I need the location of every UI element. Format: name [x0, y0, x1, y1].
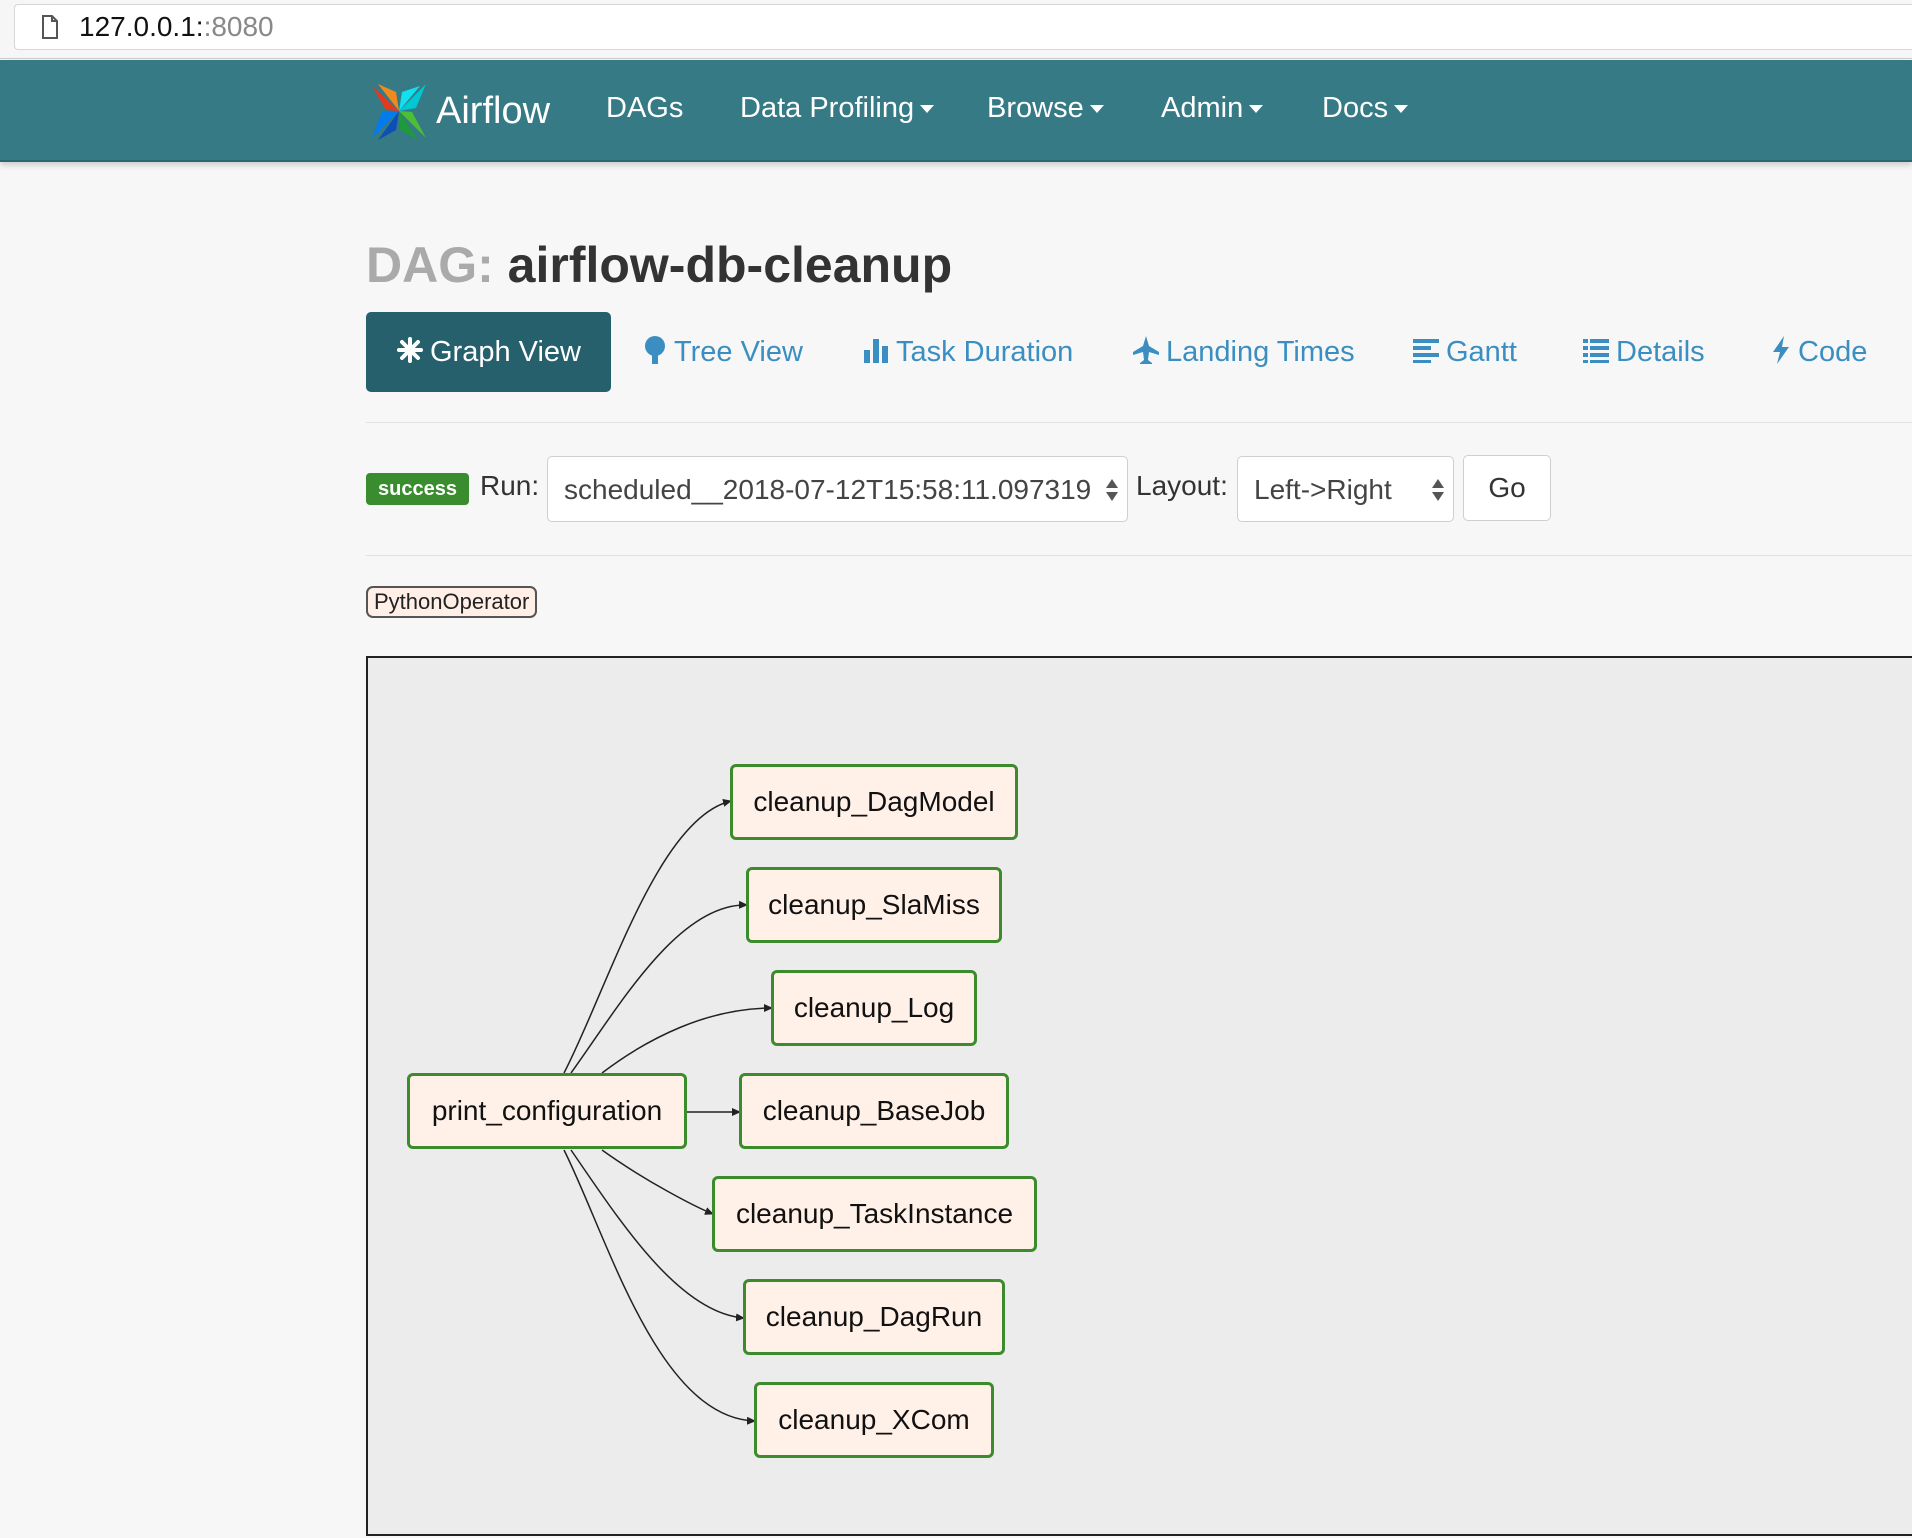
nav-admin[interactable]: Admin — [1161, 92, 1264, 125]
edge — [570, 900, 748, 1074]
status-badge: success — [366, 473, 469, 505]
operator-legend: PythonOperator — [366, 586, 538, 618]
tab-graph-view[interactable]: Graph View — [366, 312, 611, 392]
url-field[interactable]: 127.0.0.1::8080 — [14, 4, 1912, 50]
nav-browse[interactable]: Browse — [987, 92, 1104, 125]
task-node[interactable]: cleanup_Log — [771, 970, 977, 1046]
nav-docs-label: Docs — [1322, 92, 1389, 124]
tab-landing-times[interactable]: Landing Times — [1132, 312, 1355, 392]
bolt-icon — [1773, 336, 1789, 365]
tab-details[interactable]: Details — [1582, 312, 1705, 392]
go-button[interactable]: Go — [1463, 455, 1551, 521]
task-node[interactable]: print_configuration — [407, 1073, 687, 1149]
chevron-down-icon — [1394, 105, 1409, 114]
task-node[interactable]: cleanup_DagModel — [730, 764, 1018, 840]
select-arrows-icon — [1432, 479, 1444, 501]
edge — [601, 1004, 773, 1074]
task-node[interactable]: cleanup_BaseJob — [739, 1073, 1009, 1149]
airflow-logo-icon — [372, 84, 426, 140]
brand-name: Airflow — [436, 90, 551, 132]
nav-dags-label: DAGs — [606, 92, 684, 124]
layout-select-value: Left->Right — [1254, 474, 1392, 505]
nav-data-profiling-label: Data Profiling — [740, 92, 915, 124]
run-label: Run: — [480, 470, 540, 501]
page-title: DAG: airflow-db-cleanup — [366, 236, 952, 294]
divider — [366, 422, 1912, 423]
tab-code-label: Code — [1798, 336, 1868, 368]
tab-tree-view[interactable]: Tree View — [642, 312, 803, 392]
tab-task-duration[interactable]: Task Duration — [862, 312, 1073, 392]
task-node[interactable]: cleanup_SlaMiss — [746, 867, 1002, 943]
nav-admin-label: Admin — [1161, 92, 1244, 124]
tree-icon — [645, 336, 665, 365]
select-arrows-icon — [1106, 479, 1118, 501]
bar-chart-icon — [864, 339, 888, 364]
tab-tree-view-label: Tree View — [674, 336, 803, 368]
tab-task-duration-label: Task Duration — [896, 336, 1074, 368]
layout-label: Layout: — [1136, 470, 1228, 501]
run-select[interactable]: scheduled__2018-07-12T15:58:11.097319 — [547, 456, 1128, 522]
page-icon — [42, 15, 58, 39]
nav-docs[interactable]: Docs — [1322, 92, 1409, 125]
asterisk-icon — [397, 337, 423, 364]
top-navbar: Airflow DAGs Data Profiling Browse Admin… — [0, 60, 1912, 162]
task-node[interactable]: cleanup_XCom — [754, 1382, 994, 1458]
title-prefix: DAG: — [366, 237, 494, 293]
list-icon — [1583, 339, 1609, 364]
run-select-value: scheduled__2018-07-12T15:58:11.097319 — [564, 474, 1092, 505]
chevron-down-icon — [1089, 105, 1104, 114]
divider — [366, 555, 1912, 556]
chevron-down-icon — [1249, 105, 1264, 114]
tab-gantt[interactable]: Gantt — [1412, 312, 1517, 392]
edge — [601, 1149, 714, 1215]
dag-graph[interactable]: print_configuration cleanup_DagModel cle… — [366, 656, 1912, 1536]
tab-code[interactable]: Code — [1770, 312, 1867, 392]
chevron-down-icon — [920, 105, 935, 114]
edge — [563, 798, 732, 1074]
url-host: 127.0.0.1: — [79, 11, 204, 42]
task-node[interactable]: cleanup_DagRun — [743, 1279, 1005, 1355]
layout-select[interactable]: Left->Right — [1237, 456, 1454, 522]
plane-icon — [1133, 336, 1159, 365]
dag-name: airflow-db-cleanup — [507, 237, 953, 293]
tab-details-label: Details — [1616, 336, 1705, 368]
task-node[interactable]: cleanup_TaskInstance — [712, 1176, 1037, 1252]
tab-gantt-label: Gantt — [1446, 336, 1517, 368]
browser-address-bar: 127.0.0.1::8080 — [0, 0, 1912, 59]
nav-data-profiling[interactable]: Data Profiling — [740, 92, 935, 125]
nav-dags[interactable]: DAGs — [606, 92, 683, 125]
url-text: 127.0.0.1::8080 — [79, 11, 274, 43]
url-port: :8080 — [203, 11, 274, 42]
tab-graph-view-label: Graph View — [430, 336, 581, 368]
nav-browse-label: Browse — [987, 92, 1084, 124]
align-left-icon — [1413, 339, 1439, 364]
tab-landing-times-label: Landing Times — [1166, 336, 1355, 368]
